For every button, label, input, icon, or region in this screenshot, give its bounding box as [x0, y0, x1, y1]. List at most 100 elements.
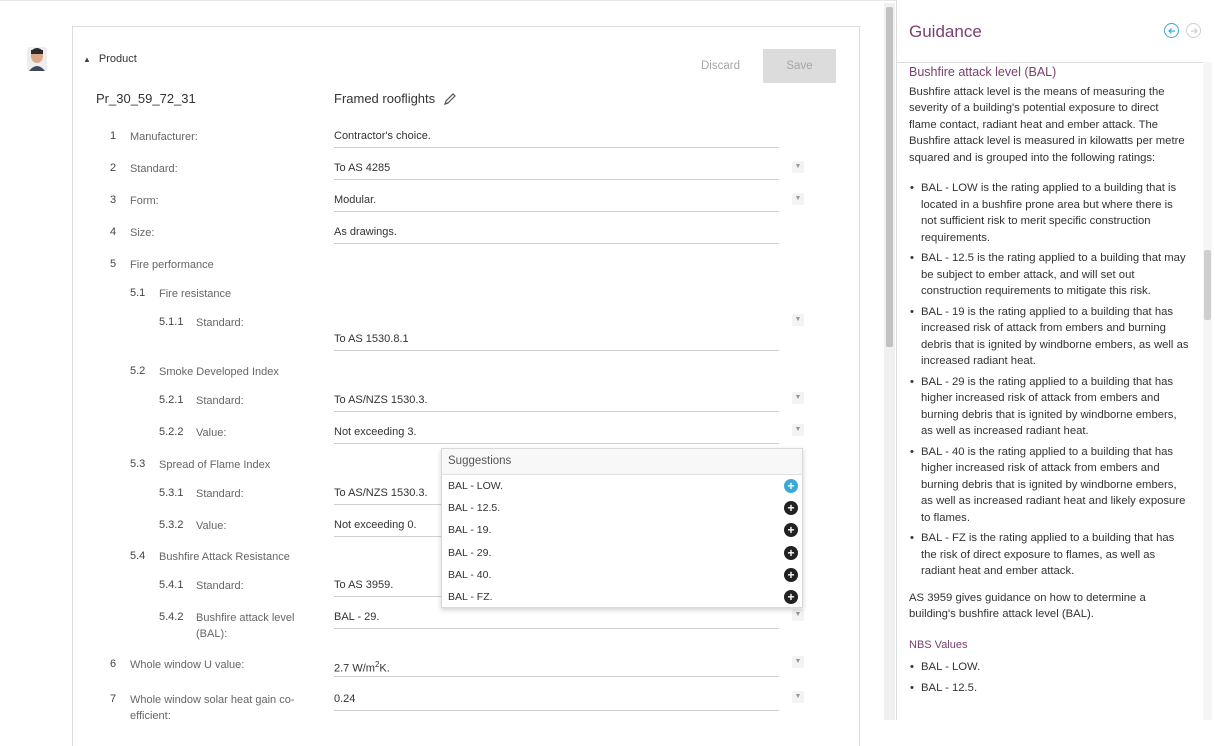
clause-number: 2 [110, 162, 117, 174]
clause-number: 6 [110, 658, 117, 670]
clause-number: 5.4.2 [159, 611, 184, 623]
clause-number: 5 [110, 258, 117, 270]
add-icon[interactable]: + [784, 501, 798, 515]
add-icon[interactable]: + [784, 590, 798, 604]
clause-label: Manufacturer: [130, 131, 198, 143]
manufacturer-field[interactable]: Contractor's choice. [334, 128, 779, 148]
guidance-subtitle: Bushfire attack level (BAL) [909, 65, 1057, 79]
clause-heading: Fire resistance [159, 288, 232, 300]
clause-number: 5.2 [130, 365, 146, 377]
add-icon[interactable]: + [784, 546, 798, 560]
user-avatar[interactable] [27, 47, 47, 71]
clause-label: Standard: [196, 317, 244, 329]
clause-number: 5.2.2 [159, 426, 184, 438]
add-icon[interactable]: + [784, 568, 798, 582]
section-label: Product [98, 53, 137, 65]
rating-item: BAL - FZ is the rating applied to a buil… [910, 530, 1189, 580]
chevron-down-icon[interactable]: ▼ [792, 314, 804, 326]
clause-number: 3 [110, 194, 117, 206]
add-icon[interactable]: + [784, 523, 798, 537]
suggestion-item[interactable]: BAL - 19. + [448, 519, 798, 541]
clause-number: 5.4 [130, 550, 146, 562]
nbs-values-heading: NBS Values [909, 638, 968, 651]
pencil-icon[interactable] [443, 92, 457, 106]
guidance-scrollbar[interactable] [1203, 62, 1212, 720]
chevron-down-icon[interactable]: ▼ [792, 193, 804, 205]
suggestion-item[interactable]: BAL - 40. + [448, 564, 798, 586]
guidance-scrollbar-thumb[interactable] [1204, 250, 1211, 320]
suggestion-item[interactable]: BAL - LOW. + [448, 475, 798, 497]
product-section-toggle[interactable]: ▲ Product [83, 53, 137, 65]
size-field[interactable]: As drawings. [334, 224, 779, 244]
clause-label: Standard: [196, 488, 244, 500]
guidance-note: AS 3959 gives guidance on how to determi… [909, 591, 1146, 621]
clause-label: Value: [196, 520, 227, 532]
main-scrollbar[interactable] [884, 3, 895, 720]
clause-label: Size: [130, 227, 155, 239]
clause-heading: Bushfire Attack Resistance [159, 551, 290, 563]
chevron-down-icon[interactable]: ▼ [792, 691, 804, 703]
caret-up-icon: ▲ [83, 54, 91, 64]
chevron-down-icon[interactable]: ▼ [792, 161, 804, 173]
nbs-values-list: BAL - LOW. BAL - 12.5. [909, 659, 1189, 696]
nbs-value-item: BAL - 12.5. [910, 680, 1189, 697]
clause-number: 5.2.1 [159, 394, 184, 406]
standard-field[interactable]: To AS 4285 [334, 160, 779, 180]
fire-resistance-standard-field[interactable]: To AS 1530.8.1 [334, 331, 779, 351]
guidance-intro: Bushfire attack level is the means of me… [909, 85, 1185, 164]
rating-item: BAL - 29 is the rating applied to a buil… [910, 374, 1189, 440]
clause-number: 5.3.1 [159, 487, 184, 499]
suggestion-item[interactable]: BAL - 12.5. + [448, 497, 798, 519]
main-scrollbar-thumb[interactable] [886, 7, 893, 347]
clause-label: Standard: [130, 163, 178, 175]
guidance-panel: Guidance Bushfire attack level (BAL) Bus… [897, 0, 1215, 720]
clause-heading: Fire performance [130, 259, 214, 271]
clause-heading: Spread of Flame Index [159, 459, 271, 471]
guidance-title: Guidance [909, 22, 982, 41]
clause-number: 1 [110, 130, 117, 142]
clause-label: Bushfire attack level (BAL): [196, 612, 295, 640]
clause-number: 7 [110, 693, 117, 705]
clause-label: Form: [130, 195, 159, 207]
suggestions-popup: Suggestions BAL - LOW. + BAL - 12.5. + B… [441, 448, 803, 608]
product-title: Framed rooflights [334, 91, 457, 106]
rating-item: BAL - 40 is the rating applied to a buil… [910, 444, 1189, 527]
add-icon[interactable]: + [784, 479, 798, 493]
rating-item: BAL - LOW is the rating applied to a bui… [910, 180, 1189, 246]
clause-number: 5.3.2 [159, 519, 184, 531]
chevron-down-icon[interactable]: ▼ [792, 656, 804, 668]
form-field[interactable]: Modular. [334, 192, 779, 212]
suggestions-header: Suggestions [442, 449, 802, 475]
chevron-down-icon[interactable]: ▼ [792, 392, 804, 404]
clause-label: Whole window solar heat gain co-efficien… [130, 694, 295, 722]
clause-number: 5.3 [130, 458, 146, 470]
suggestion-item[interactable]: BAL - FZ. + [448, 586, 798, 608]
rating-item: BAL - 12.5 is the rating applied to a bu… [910, 250, 1189, 300]
smoke-value-field[interactable]: Not exceeding 3. [334, 424, 779, 444]
back-icon[interactable] [1164, 23, 1179, 38]
forward-icon[interactable] [1186, 23, 1201, 38]
clause-number: 5.4.1 [159, 579, 184, 591]
clause-heading: Smoke Developed Index [159, 366, 279, 378]
clause-number: 5.1.1 [159, 316, 184, 328]
solar-heat-gain-field[interactable]: 0.24 [334, 691, 779, 711]
clause-label: Standard: [196, 395, 244, 407]
chevron-down-icon[interactable]: ▼ [792, 424, 804, 436]
clause-label: Value: [196, 427, 227, 439]
clause-label: Standard: [196, 580, 244, 592]
clause-number: 4 [110, 226, 117, 238]
u-value-field[interactable]: 2.7 W/m2K. [334, 657, 779, 677]
chevron-down-icon[interactable]: ▼ [792, 609, 804, 621]
save-button[interactable]: Save [763, 49, 836, 83]
suggestion-item[interactable]: BAL - 29. + [448, 542, 798, 564]
product-title-text: Framed rooflights [334, 91, 436, 106]
guidance-separator [897, 62, 1203, 63]
clause-label: Whole window U value: [130, 659, 245, 671]
smoke-standard-field[interactable]: To AS/NZS 1530.3. [334, 392, 779, 412]
discard-button[interactable]: Discard [701, 60, 740, 72]
product-card: ▲ Product Discard Save Pr_30_59_72_31 Fr… [72, 26, 860, 746]
rating-list: BAL - LOW is the rating applied to a bui… [909, 180, 1189, 580]
bushfire-attack-level-field[interactable]: BAL - 29. [334, 609, 779, 629]
guidance-content: Bushfire attack level (BAL) Bushfire att… [909, 64, 1189, 700]
clause-number: 5.1 [130, 287, 146, 299]
